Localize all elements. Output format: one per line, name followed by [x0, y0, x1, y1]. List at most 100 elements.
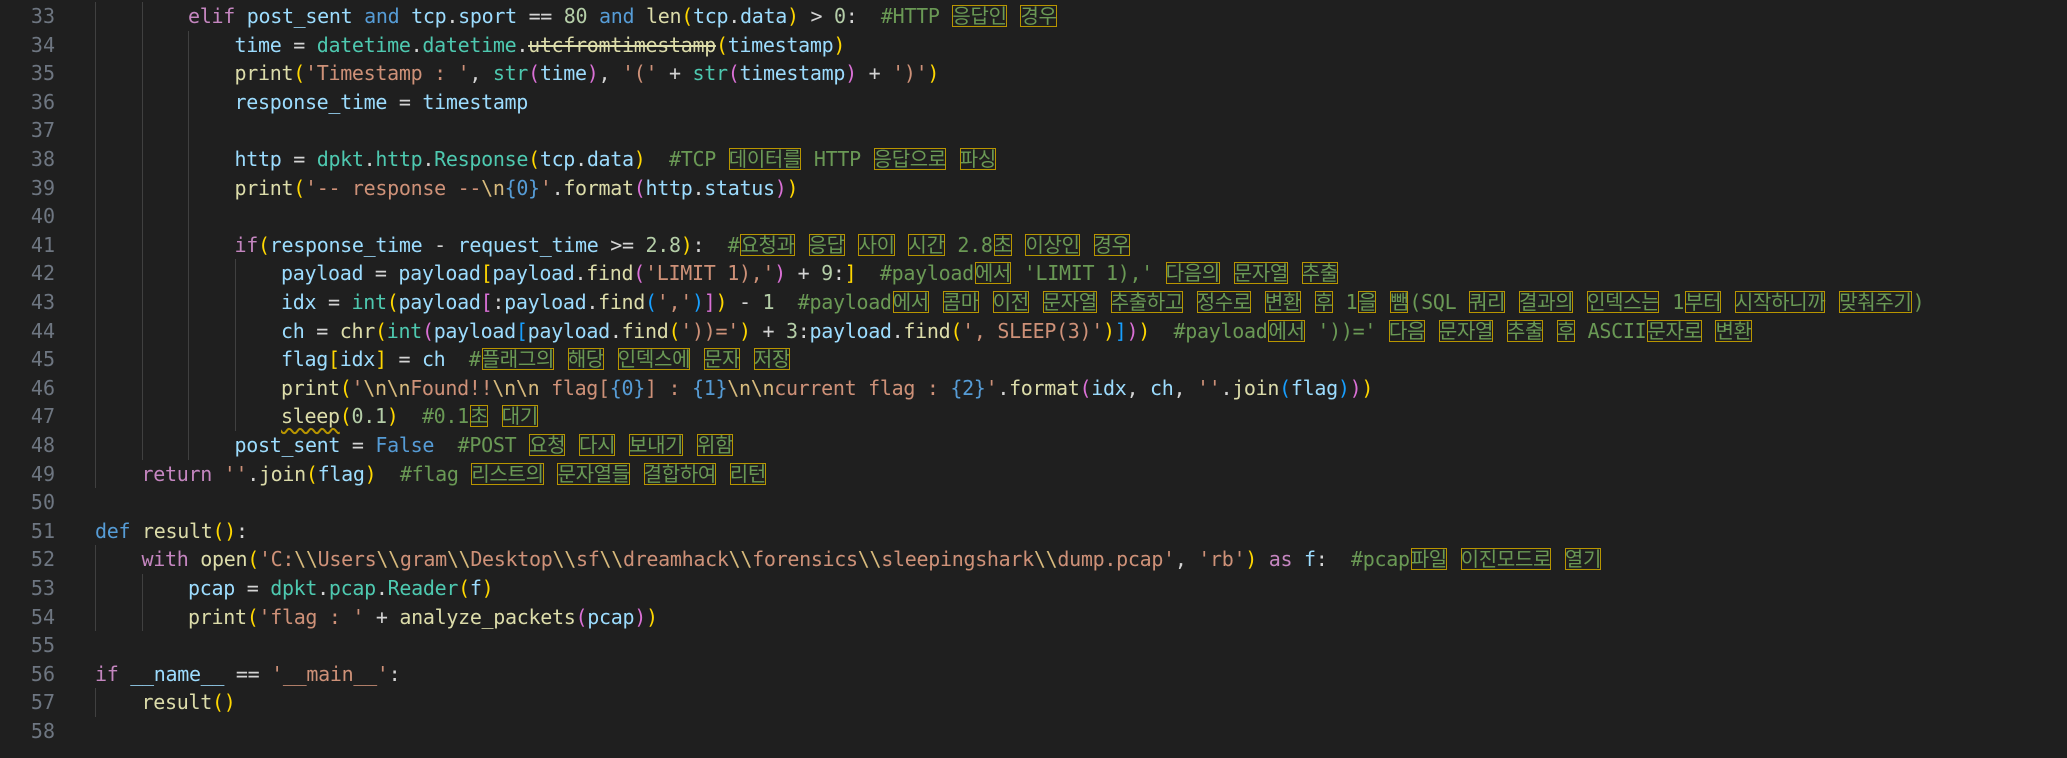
code-token: -	[422, 232, 458, 257]
code-token: flag[	[539, 375, 610, 400]
code-token: ASCII	[1575, 318, 1647, 343]
code-token: ,	[1173, 375, 1197, 400]
code-line[interactable]: 46 print('\n\nFound!!\n\n flag[{0}] : {1}…	[0, 373, 2067, 403]
line-number: 53	[30, 576, 55, 600]
code-token: 9	[821, 261, 833, 286]
code-line[interactable]: 51 def result():	[0, 517, 2067, 546]
code-token: :	[845, 4, 881, 28]
code-token: and	[599, 4, 635, 28]
code-token: 을	[1358, 290, 1377, 314]
code-token: =	[386, 347, 422, 372]
indent-guide	[95, 59, 96, 88]
code-line[interactable]: 43 idx = int(payload[:payload.find(',')])…	[0, 288, 2067, 317]
code-token: sport	[458, 4, 517, 28]
indent-guide	[95, 688, 96, 717]
code-token: data	[586, 147, 634, 171]
indent-guide	[141, 202, 143, 231]
code-token: (	[528, 61, 540, 86]
code-token: Response	[434, 147, 529, 171]
code-token: find	[586, 261, 634, 286]
code-line[interactable]: 34 time = datetime.datetime.utcfromtimest…	[0, 30, 2067, 60]
code-line[interactable]: 38 http = dpkt.http.Response(tcp.data) #T…	[0, 145, 2067, 174]
code-token: =	[304, 318, 340, 343]
indent-guide	[188, 87, 189, 117]
code-editor[interactable]: 33 elif post_sent and tcp.sport == 80 and…	[0, 0, 2067, 758]
code-token: >=	[598, 232, 646, 257]
code-line[interactable]: 40	[0, 202, 2067, 231]
code-token: '-- response --	[304, 175, 482, 200]
code-token: 대기	[501, 404, 539, 429]
code-line[interactable]: 58	[0, 717, 2067, 746]
code-token: .	[422, 147, 435, 171]
code-line[interactable]: 49 return ''.join(flag) #flag 리스트의 문자열들 결…	[0, 459, 2067, 489]
code-token: 추출	[1301, 261, 1339, 286]
code-line[interactable]: 36 response_time = timestamp	[0, 87, 2067, 117]
code-token: 다음	[1388, 318, 1426, 343]
code-token: :	[1315, 547, 1351, 572]
indent-guide	[188, 316, 189, 346]
code-line[interactable]: 33 elif post_sent and tcp.sport == 80 and…	[0, 2, 2067, 31]
code-line[interactable]: 53 pcap = dpkt.pcap.Reader(f)	[0, 574, 2067, 603]
code-token: '	[351, 375, 364, 400]
code-token: {2}	[950, 375, 986, 400]
code-token: __name__	[130, 661, 225, 686]
code-token: '('	[622, 61, 658, 86]
code-token: +	[785, 261, 822, 286]
code-token: (	[950, 318, 963, 343]
code-line[interactable]: 45 flag[idx] = ch #플래그의 해당 인덱스에 문자 저장	[0, 345, 2067, 374]
indent-guide	[95, 173, 96, 203]
line-number: 41	[30, 232, 55, 257]
line-number: 38	[30, 147, 55, 171]
indent-guide	[141, 345, 143, 374]
code-token: .	[516, 32, 529, 57]
code-token: 이진모드로	[1460, 547, 1552, 572]
code-line[interactable]: 44 ch = chr(int(payload[payload.find('))=…	[0, 316, 2067, 346]
code-token: =	[363, 261, 399, 286]
code-token: f	[1304, 547, 1316, 572]
code-line[interactable]: 39 print('-- response --\n{0}'.format(htt…	[0, 173, 2067, 203]
code-line[interactable]: 55	[0, 631, 2067, 660]
code-token: .	[609, 318, 622, 343]
code-token: timestamp	[422, 89, 529, 114]
indent-guide	[234, 345, 236, 374]
code-line[interactable]: 41 if(response_time - request_time >= 2.8…	[0, 230, 2067, 260]
code-token: (	[633, 175, 646, 200]
code-token: >	[798, 4, 834, 28]
code-line[interactable]: 35 print('Timestamp : ', str(time), '(' +…	[0, 59, 2067, 88]
indent-guide	[141, 2, 143, 31]
code-token: [	[480, 290, 493, 314]
code-token: time	[234, 32, 282, 57]
code-line[interactable]: 50	[0, 488, 2067, 517]
code-line[interactable]: 57 result()	[0, 688, 2067, 717]
code-token: +	[750, 318, 786, 343]
code-line[interactable]: 47 sleep(0.1) #0.1초 대기	[0, 402, 2067, 431]
code-line[interactable]: 56 if __name__ == '__main__':	[0, 660, 2067, 689]
code-token: :	[797, 318, 810, 343]
code-line[interactable]: 37	[0, 116, 2067, 145]
code-token: \\	[1033, 547, 1058, 572]
indent-guide	[141, 316, 143, 346]
code-line[interactable]: 48 post_sent = False #POST 요청 다시 보내기 위함	[0, 431, 2067, 460]
code-token: )	[364, 461, 377, 486]
code-line[interactable]: 42 payload = payload[payload.find('LIMIT …	[0, 259, 2067, 288]
code-token: .	[728, 4, 740, 28]
code-line[interactable]: 52 with open('C:\\Users\\gram\\Desktop\\s…	[0, 545, 2067, 574]
line-number: 36	[30, 89, 55, 114]
code-token: #TCP	[669, 147, 728, 171]
indent-guide	[95, 202, 96, 231]
code-token: 1	[1660, 290, 1684, 314]
code-token: data	[739, 4, 787, 28]
code-token: ''	[1196, 375, 1221, 400]
code-token: [	[480, 261, 493, 286]
code-line[interactable]: 54 print('flag : ' + analyze_packets(pcap…	[0, 602, 2067, 632]
indent-guide	[188, 230, 189, 260]
code-token: payload	[527, 318, 610, 343]
code-token: ] :	[645, 375, 692, 400]
code-token: return	[141, 461, 213, 486]
indent-guide	[188, 59, 189, 88]
